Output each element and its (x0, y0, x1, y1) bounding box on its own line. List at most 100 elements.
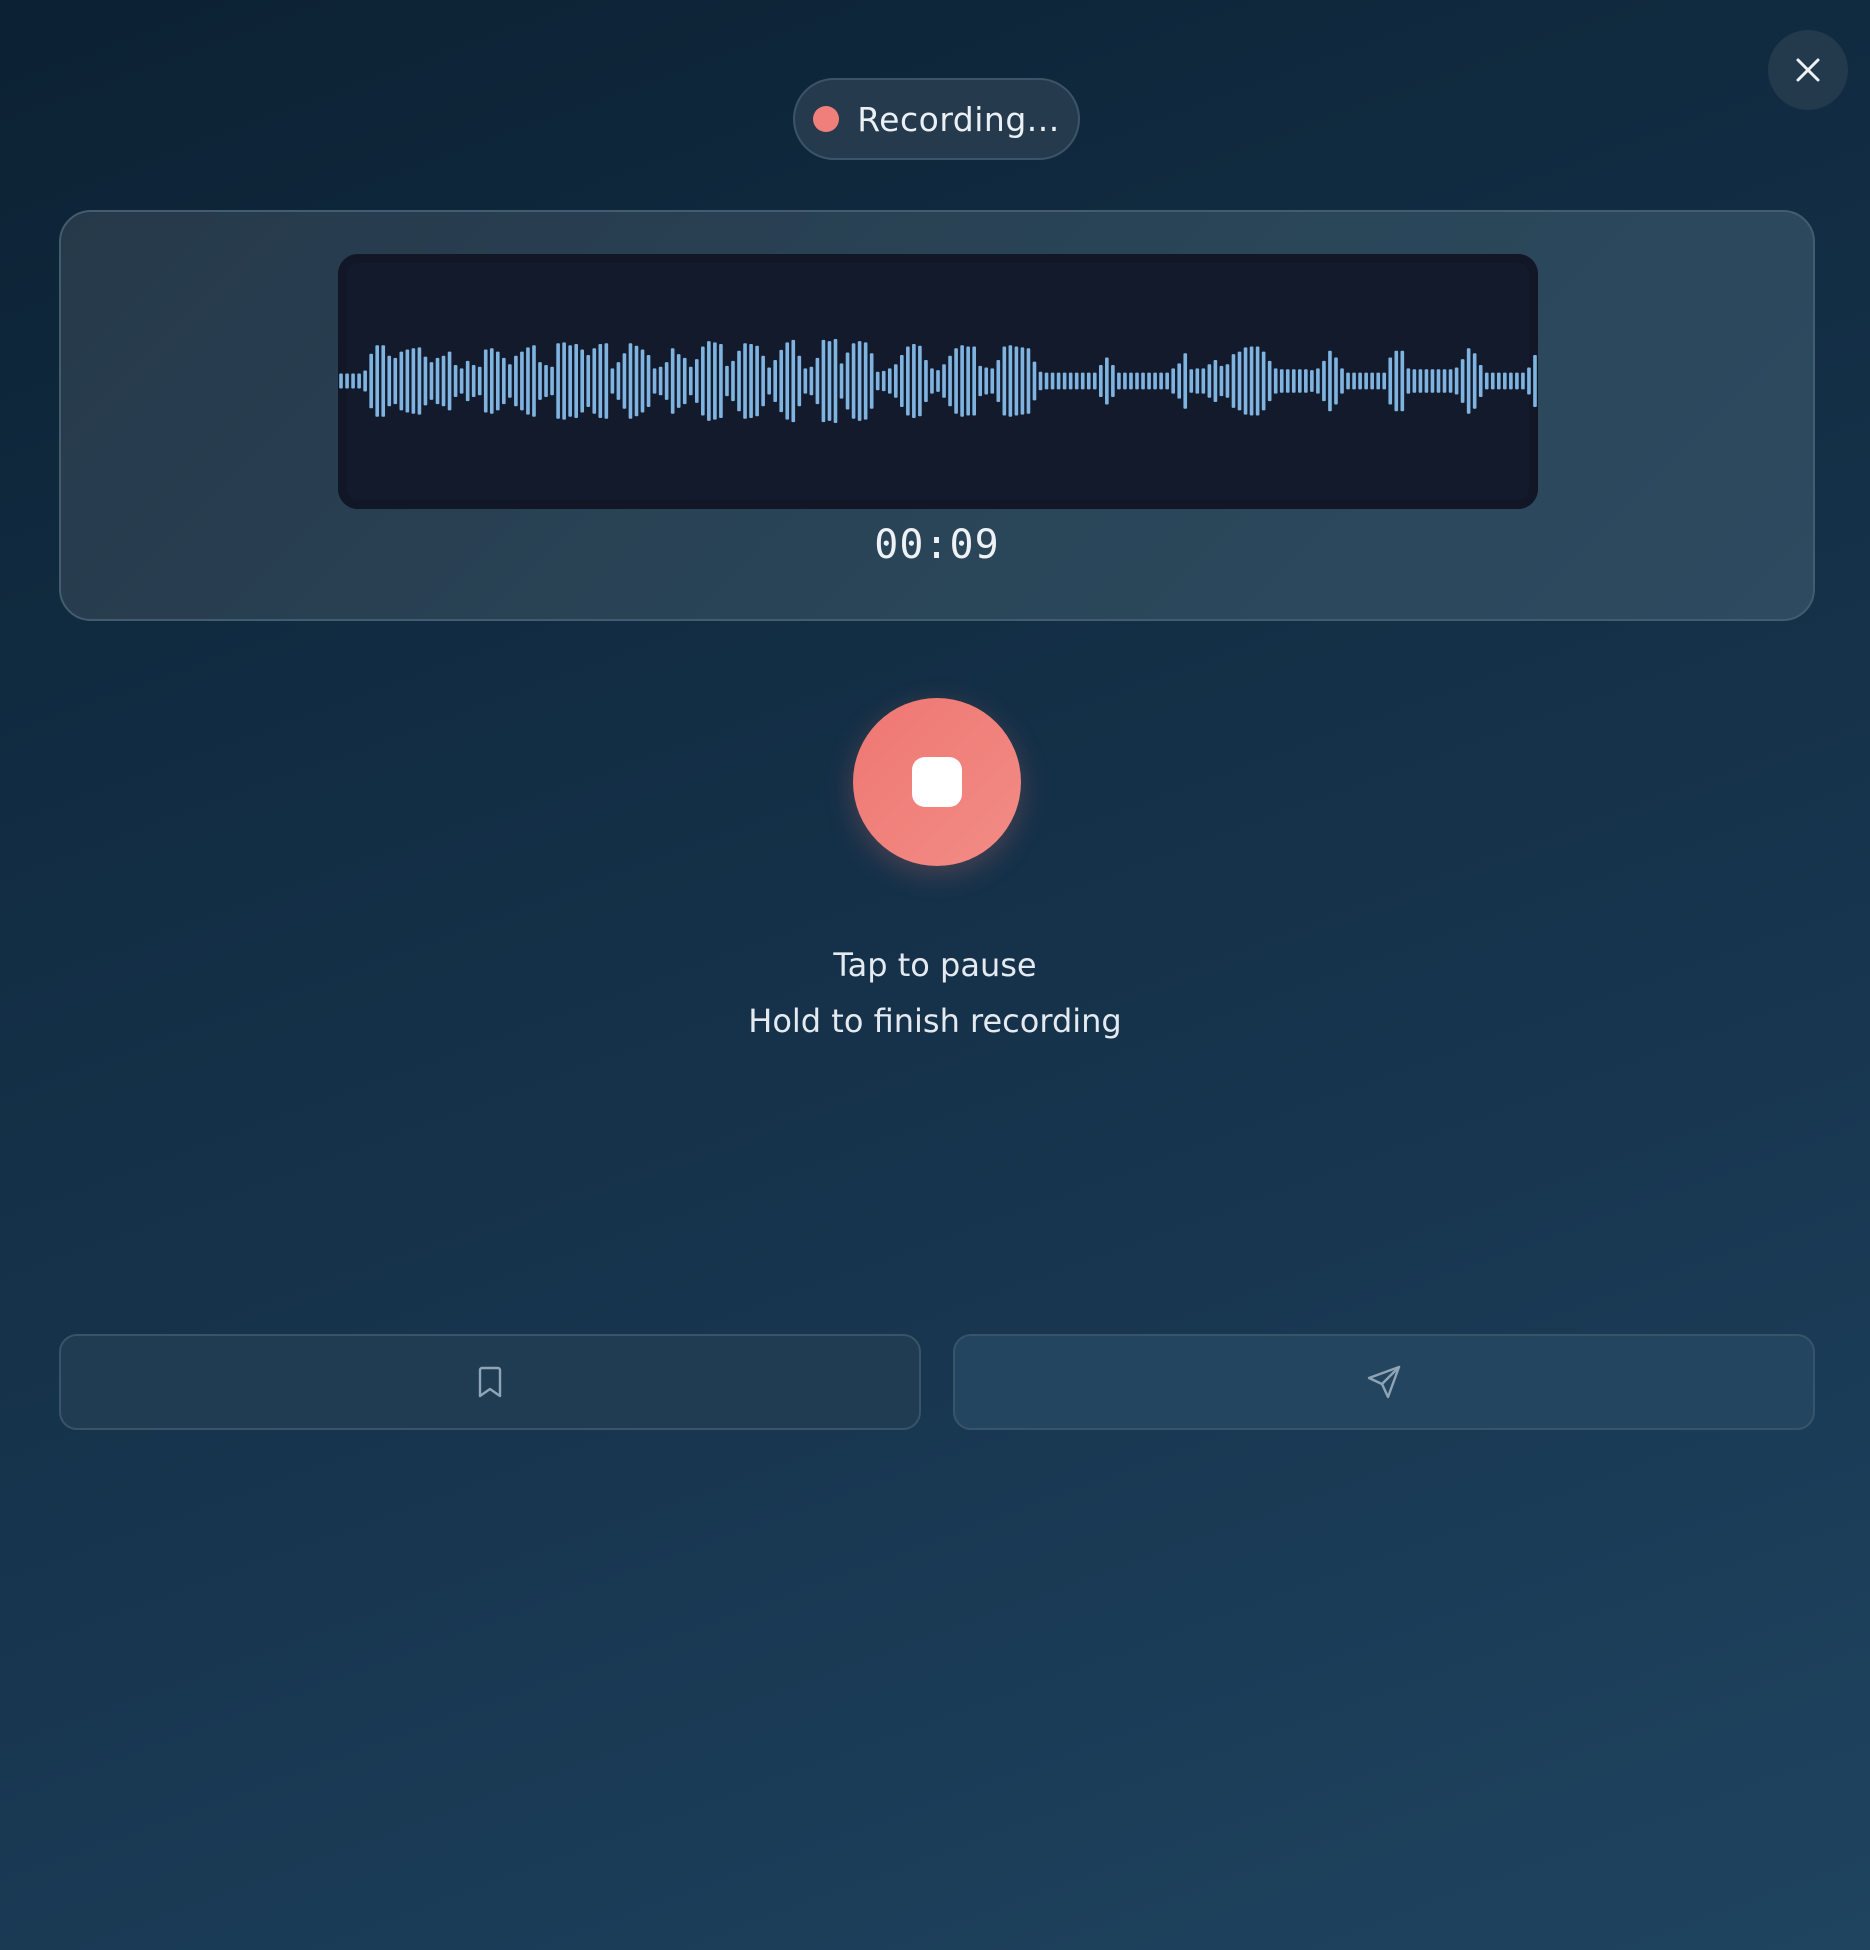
waveform-bar (1273, 368, 1278, 394)
waveform-bar (1111, 365, 1115, 397)
waveform-bar (1484, 372, 1489, 390)
waveform-bar (863, 342, 868, 420)
waveform-bar (1472, 353, 1477, 409)
waveform-card: 00:09 (59, 210, 1815, 621)
waveform-bar (1255, 346, 1260, 416)
waveform-bar (1008, 345, 1013, 417)
waveform-bar (1364, 372, 1368, 390)
waveform-bar (972, 346, 976, 416)
waveform-bar (1183, 353, 1188, 409)
send-button[interactable] (953, 1334, 1815, 1430)
save-button[interactable] (59, 1334, 921, 1430)
waveform-bar (562, 342, 566, 420)
waveform-bar (1412, 369, 1417, 393)
waveform-bar (1171, 368, 1175, 394)
waveform-bar (1123, 372, 1127, 390)
stop-recording-button[interactable] (853, 698, 1021, 866)
waveform-bar (1002, 346, 1007, 416)
waveform-bar (1358, 372, 1362, 390)
waveform-bar (411, 348, 416, 414)
send-icon (1367, 1365, 1401, 1399)
waveform-bar (1056, 372, 1061, 390)
waveform-bar (616, 362, 621, 400)
waveform-bar (604, 343, 609, 419)
waveform-bar (1105, 357, 1109, 405)
waveform-bar (682, 357, 687, 405)
waveform-bar (960, 345, 964, 417)
waveform-bar (1032, 361, 1037, 401)
waveform-bar (652, 368, 657, 394)
waveform-bar (1515, 372, 1519, 390)
waveform-bar (640, 349, 645, 413)
waveform-bar (646, 354, 651, 408)
waveform-bar (845, 352, 850, 410)
waveform-bar (477, 366, 482, 396)
waveform-bar (1430, 369, 1435, 393)
waveform-bar (1213, 360, 1218, 402)
recording-dot-icon (813, 106, 840, 132)
waveform-bar (574, 344, 578, 418)
waveform-bar (1261, 351, 1266, 411)
waveform-bar (1340, 368, 1344, 394)
waveform-bar (918, 345, 922, 417)
waveform-bar (930, 368, 934, 394)
waveform-bar (526, 347, 530, 415)
waveform-bars (339, 339, 1537, 423)
waveform-bar (1436, 369, 1441, 393)
waveform-bar (942, 364, 946, 398)
waveform-bar (1189, 369, 1194, 393)
close-icon (1796, 58, 1820, 82)
waveform-bar (875, 371, 880, 391)
waveform-bar (393, 357, 398, 405)
waveform-bar (966, 346, 970, 416)
waveform-bar (1370, 372, 1374, 390)
waveform-bar (1304, 369, 1308, 393)
waveform-bar (755, 345, 759, 417)
waveform-bar (984, 367, 989, 395)
waveform-bar (670, 348, 675, 414)
waveform-bar (1291, 369, 1296, 393)
waveform-bar (489, 348, 494, 414)
waveform-bar (737, 350, 741, 412)
waveform-bar (1243, 347, 1248, 415)
recording-status-badge: Recording... (793, 78, 1080, 160)
bookmark-icon (478, 1366, 502, 1398)
waveform-bar (658, 366, 663, 396)
waveform-bar (839, 363, 844, 399)
waveform-bar (912, 344, 916, 418)
waveform-bar (405, 349, 410, 413)
waveform-bar (1316, 368, 1320, 394)
waveform-bar (520, 351, 524, 411)
waveform-bar (725, 365, 729, 397)
waveform-bar (1050, 372, 1055, 390)
waveform-bar (1466, 348, 1471, 414)
waveform-bar (441, 355, 446, 407)
waveform-bar (1394, 350, 1399, 412)
waveform-bar (1496, 372, 1501, 390)
waveform-bar (1503, 372, 1507, 390)
waveform-bar (707, 341, 711, 421)
waveform-bar (1068, 372, 1073, 390)
waveform-bar (1279, 369, 1284, 393)
waveform-bar (773, 360, 777, 402)
waveform-bar (483, 349, 488, 413)
waveform-bar (1322, 360, 1326, 402)
waveform-bar (1225, 364, 1230, 398)
waveform-bar (363, 370, 367, 392)
waveform-bar (1062, 372, 1067, 390)
waveform-bar (767, 367, 771, 395)
waveform-bar (1147, 372, 1151, 390)
waveform-bar (1141, 372, 1145, 390)
waveform-bar (495, 351, 500, 411)
close-button[interactable] (1768, 30, 1848, 110)
waveform-bar (694, 359, 699, 403)
waveform-bar (1521, 372, 1525, 390)
waveform-bar (1509, 372, 1513, 390)
waveform-bar (1237, 351, 1242, 411)
waveform-bar (1165, 372, 1169, 390)
waveform-bar (749, 344, 753, 418)
waveform-bar (502, 357, 506, 405)
waveform-bar (556, 343, 560, 419)
waveform-bar (954, 348, 958, 414)
waveform-bar (1129, 372, 1133, 390)
